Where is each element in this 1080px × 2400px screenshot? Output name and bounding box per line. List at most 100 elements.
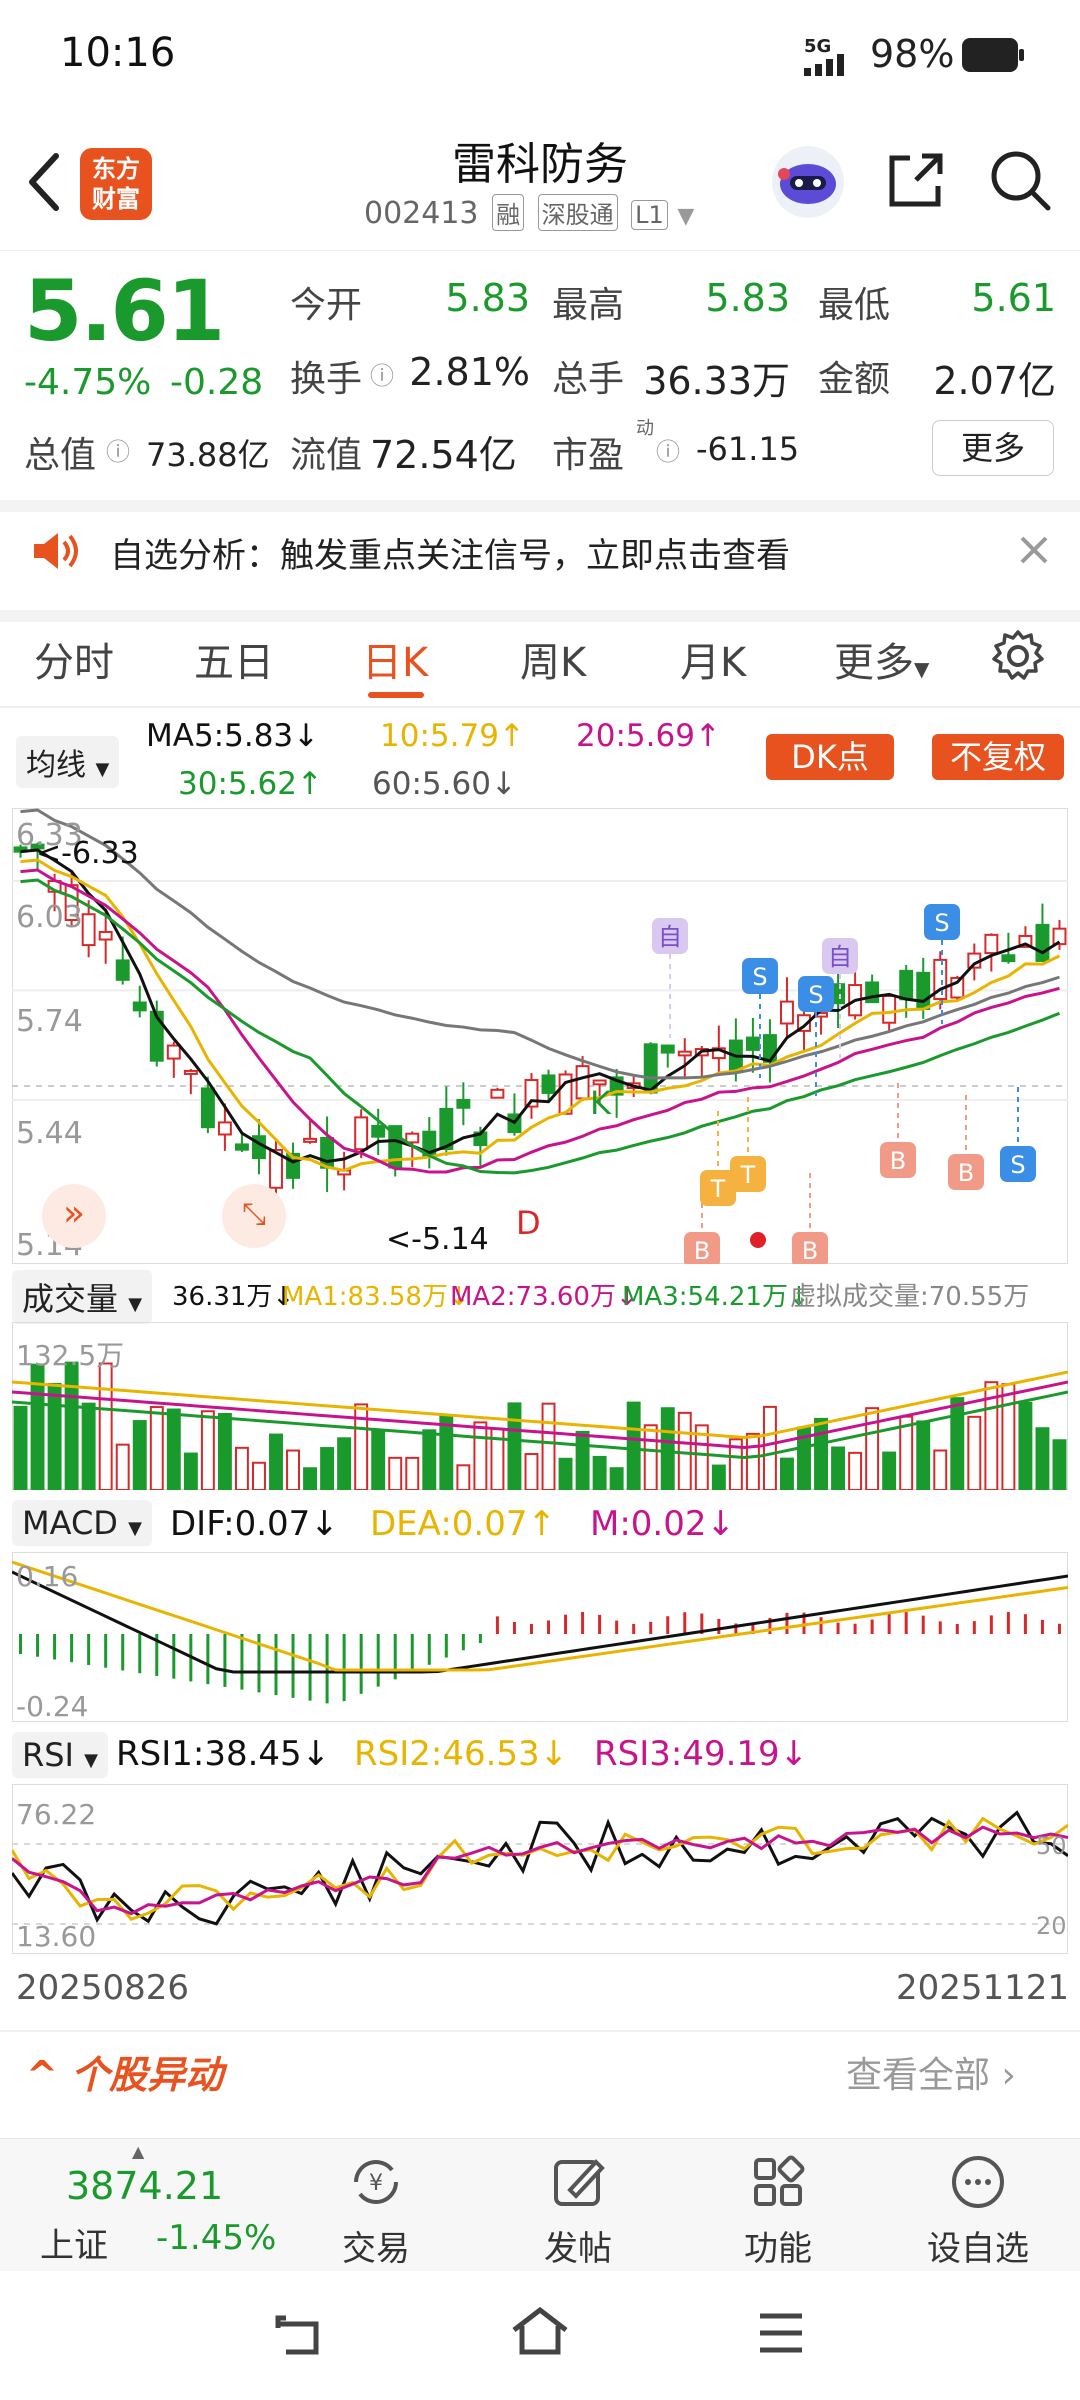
- volume-bar: [933, 1449, 948, 1490]
- add-watchlist-button[interactable]: 设自选: [908, 2138, 1048, 2270]
- dk-point-button[interactable]: DK点: [766, 734, 894, 780]
- candle-body: [762, 1034, 777, 1063]
- yen-cycle-icon: ¥: [354, 2160, 398, 2204]
- candle-body: [166, 1044, 181, 1060]
- signal-marker-label: T: [710, 1175, 726, 1203]
- y-label-2: 6.03: [16, 900, 83, 935]
- info-icon[interactable]: ⓘ: [656, 432, 680, 467]
- ma20-label: 20:5.69↑: [576, 718, 721, 754]
- svg-text:¥: ¥: [369, 2171, 383, 2196]
- robot-assistant-icon[interactable]: [768, 144, 848, 220]
- active-tab-indicator: [368, 692, 424, 698]
- trade-label: 交易: [342, 2229, 410, 2269]
- candlestick-chart[interactable]: 自自SSSSB BB BT TKD: [12, 808, 1068, 1264]
- post-button[interactable]: 发帖: [508, 2138, 648, 2270]
- volume-bar: [592, 1455, 607, 1490]
- volume-chart[interactable]: [12, 1322, 1068, 1490]
- info-icon[interactable]: ⓘ: [370, 356, 394, 391]
- nav-home-icon[interactable]: [508, 2304, 572, 2360]
- close-icon[interactable]: [1018, 534, 1050, 566]
- volume-bar: [320, 1447, 335, 1490]
- volume-bar: [814, 1417, 828, 1490]
- pe-value: -61.15: [696, 430, 800, 468]
- index-name: 上证: [40, 2226, 108, 2266]
- expand-left-icon[interactable]: »: [42, 1184, 106, 1248]
- volume-bar: [1035, 1427, 1050, 1490]
- macd-selector[interactable]: MACD ▼: [12, 1500, 152, 1546]
- signal-marker-label: S: [1010, 1151, 1025, 1179]
- settings-gear-icon[interactable]: [990, 628, 1046, 684]
- signal-marker-label: S: [934, 909, 949, 937]
- stock-code-row[interactable]: 002413 融 深股通 L1 ▼: [364, 194, 694, 231]
- signal-marker-label: 自: [828, 943, 852, 971]
- candle-body: [200, 1087, 215, 1129]
- stock-movement-title[interactable]: ^ 个股异动: [26, 2044, 223, 2099]
- volume-bar: [916, 1420, 931, 1490]
- candle-body: [132, 1001, 147, 1012]
- status-time: 10:16: [60, 30, 176, 76]
- candle-body: [115, 959, 130, 981]
- more-quote-button[interactable]: 更多: [932, 420, 1054, 476]
- battery-icon: [962, 38, 1024, 72]
- ma5-label: MA5:5.83↓: [146, 718, 320, 754]
- tag-level: L1: [631, 200, 668, 230]
- fullscreen-icon[interactable]: ⤡: [222, 1184, 286, 1248]
- date-start: 20250826: [16, 1968, 190, 2008]
- index-value[interactable]: 3874.21: [66, 2164, 223, 2208]
- volume-y-top: 132.5万: [16, 1339, 125, 1372]
- ma-selector[interactable]: 均线 ▼: [16, 736, 120, 788]
- nav-menu-icon[interactable]: [756, 2310, 806, 2356]
- tab-five-day[interactable]: 五日: [194, 630, 274, 688]
- divider: [0, 706, 1080, 708]
- tab-intraday[interactable]: 分时: [34, 630, 114, 688]
- low-value: 5.61: [971, 276, 1056, 320]
- volume-bar: [98, 1362, 113, 1490]
- macd-chart[interactable]: [12, 1552, 1068, 1722]
- volume-bar: [252, 1461, 266, 1490]
- volume-bar: [1001, 1383, 1016, 1490]
- volume-bar: [558, 1457, 573, 1490]
- tab-monthly-k[interactable]: 月K: [680, 630, 746, 688]
- volume-bar: [762, 1405, 777, 1490]
- rsi-selector[interactable]: RSI ▼: [12, 1732, 108, 1778]
- candle-body: [916, 971, 931, 1010]
- rsi-ref-low: 20: [1036, 1912, 1067, 1940]
- candle-body: [541, 1074, 556, 1094]
- dea-line: [12, 1560, 1068, 1672]
- volume-value: 36.33万: [643, 359, 790, 403]
- ma-line: [20, 808, 1060, 1080]
- volume-bar: [371, 1430, 386, 1490]
- volume-bar: [473, 1421, 488, 1490]
- info-icon[interactable]: ⓘ: [106, 432, 130, 467]
- tab-more[interactable]: 更多▼: [834, 630, 929, 688]
- view-all-link[interactable]: 查看全部 ›: [846, 2046, 1016, 2098]
- volume-bar: [848, 1451, 863, 1490]
- share-icon[interactable]: [884, 148, 948, 212]
- features-button[interactable]: 功能: [708, 2138, 848, 2270]
- chevron-down-icon: ▼: [677, 204, 695, 229]
- volume-value-label: 36.31万↓: [172, 1282, 295, 1312]
- volume-selector-label: 成交量: [22, 1280, 119, 1318]
- volume-bar: [967, 1415, 982, 1490]
- volume-bar: [422, 1429, 437, 1490]
- ma60-label: 60:5.60↓: [372, 766, 517, 802]
- triangle-down-icon: ▼: [914, 657, 930, 681]
- adjust-mode-button[interactable]: 不复权: [932, 734, 1064, 780]
- speaker-icon: [34, 533, 78, 569]
- search-icon[interactable]: [988, 148, 1052, 212]
- volume-selector[interactable]: 成交量 ▼: [12, 1270, 153, 1324]
- tab-weekly-k[interactable]: 周K: [520, 630, 586, 688]
- float-cap-label: 流值: [290, 435, 363, 476]
- rsi-chart[interactable]: [12, 1784, 1068, 1954]
- volume-bar: [234, 1446, 249, 1490]
- divider: [0, 2030, 1080, 2032]
- signal-marker-label: B: [890, 1147, 906, 1175]
- trade-button[interactable]: ¥ 交易: [306, 2138, 446, 2270]
- nav-back-icon[interactable]: [272, 2310, 328, 2360]
- pe-dynamic-mark: 动: [636, 418, 654, 439]
- volume-bar: [149, 1406, 164, 1490]
- signal-marker-label: S: [752, 963, 767, 991]
- tab-daily-k[interactable]: 日K: [362, 630, 428, 688]
- volume-bar: [660, 1407, 675, 1490]
- tag-margin: 融: [492, 194, 525, 231]
